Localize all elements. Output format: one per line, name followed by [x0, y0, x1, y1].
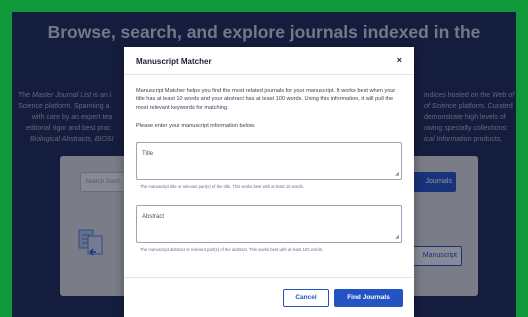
journal-search-input[interactable]: Search Journ — [80, 172, 130, 192]
abstract-field-label: Abstract — [142, 214, 165, 220]
intro-text-right-1: indices hosted on the Web of — [424, 92, 515, 99]
manuscript-matcher-button[interactable]: Manuscript — [406, 246, 462, 266]
intro-text-line-5: Biological Abstracts, BIOSI — [30, 136, 114, 143]
intro-text-line-3: with care by an expert tea — [32, 114, 113, 121]
intro-text-line-1: The Master Journal List is an i — [18, 92, 112, 99]
intro-text-line-4: editorial rigor and best prac — [26, 125, 111, 132]
close-icon[interactable]: × — [397, 55, 402, 65]
hero-title: Browse, search, and explore journals ind… — [47, 22, 481, 42]
cancel-button[interactable]: Cancel — [283, 289, 329, 307]
dialog-title: Manuscript Matcher — [136, 57, 212, 66]
title-textarea[interactable]: Title ◢ — [136, 142, 402, 180]
dialog-header: Manuscript Matcher × — [124, 47, 414, 75]
dialog-footer-divider — [124, 277, 414, 278]
intro-text-line-2: Science platform. Spanning a — [18, 103, 110, 110]
dialog-instruction: Please enter your manuscript information… — [136, 123, 256, 129]
resize-handle-icon[interactable]: ◢ — [395, 234, 399, 240]
title-helper-text: The manuscript title or relevant part(s)… — [140, 184, 304, 189]
intro-text-right-5: ical Information products. — [424, 136, 503, 143]
title-field-label: Title — [142, 151, 154, 157]
abstract-helper-text: The manuscript abstract or relevant part… — [140, 247, 324, 252]
dialog-description: Manuscript Matcher helps you find the mo… — [136, 88, 396, 111]
resize-handle-icon[interactable]: ◢ — [395, 171, 399, 177]
abstract-textarea[interactable]: Abstract ◢ — [136, 205, 402, 243]
find-journals-button[interactable]: Find Journals — [334, 289, 403, 307]
intro-text-right-4: owing specialty collections: — [424, 125, 509, 132]
intro-text-right-3: demonstrate high levels of — [424, 114, 506, 121]
document-arrow-icon — [78, 229, 103, 256]
intro-text-right-2: of Science platform. Curated — [424, 103, 513, 110]
manuscript-matcher-dialog: Manuscript Matcher × Manuscript Matcher … — [124, 47, 414, 317]
